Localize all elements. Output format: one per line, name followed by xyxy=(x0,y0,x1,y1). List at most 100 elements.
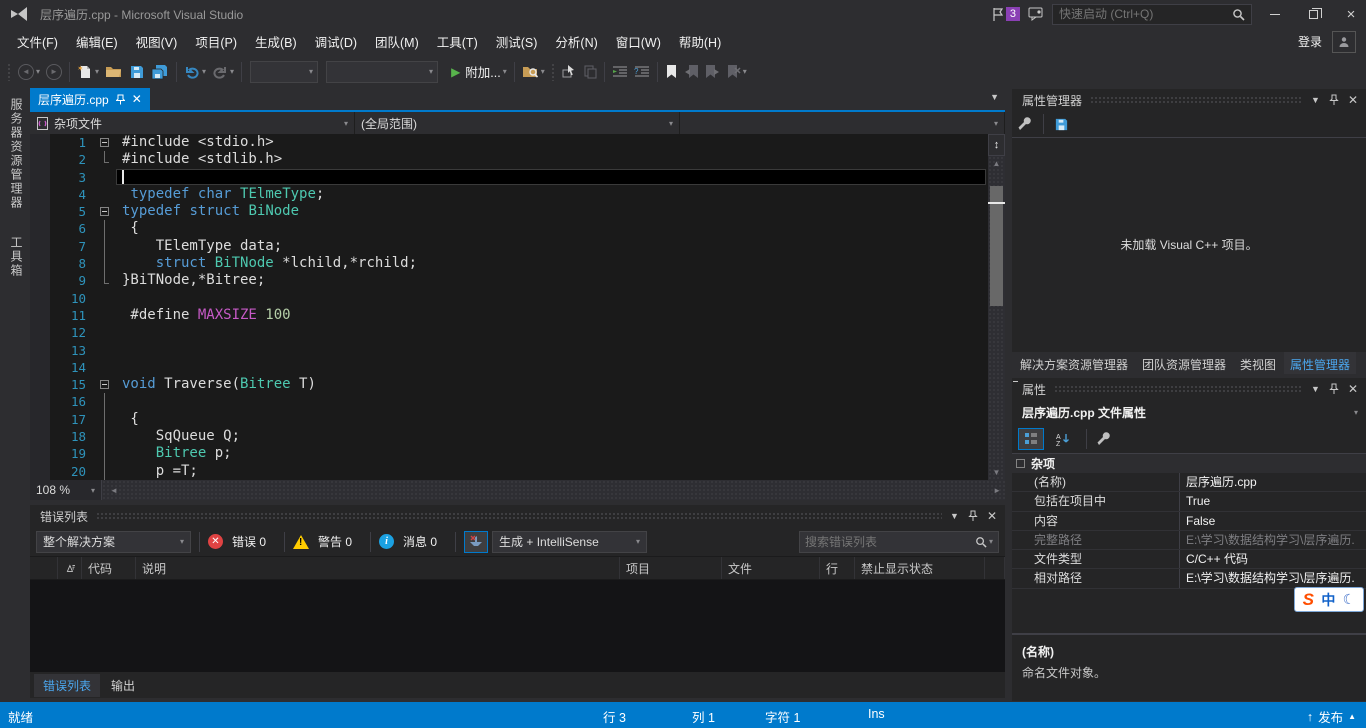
dock-tab-3[interactable]: 类视图 xyxy=(1234,352,1282,374)
code-line-16[interactable]: 16 xyxy=(30,393,988,410)
code-line-17[interactable]: 17 { xyxy=(30,411,988,428)
previous-bookmark-button[interactable] xyxy=(681,60,702,84)
code-line-9[interactable]: 9}BiTNode,*Bitree; xyxy=(30,272,988,289)
fold-margin[interactable] xyxy=(96,238,116,255)
decrease-indent-button[interactable] xyxy=(609,60,631,84)
column-header-说明[interactable]: 说明 xyxy=(136,557,620,579)
bottom-tab-2[interactable]: 输出 xyxy=(102,674,144,697)
restore-button[interactable] xyxy=(1298,3,1328,25)
code-line-15[interactable]: 15void Traverse(Bitree T) xyxy=(30,376,988,393)
window-position-dropdown-icon[interactable]: ▼ xyxy=(950,511,959,521)
attach-debugger-button[interactable]: ▶ 附加... ▾ xyxy=(448,60,510,84)
error-list-search-input[interactable] xyxy=(805,535,975,549)
selected-object-dropdown[interactable]: 层序遍历.cpp 文件属性 ▾ xyxy=(1012,400,1366,425)
menu-item-7[interactable]: 团队(M) xyxy=(366,32,428,54)
dock-tab-1[interactable]: 解决方案资源管理器 xyxy=(1014,352,1134,374)
scroll-right-arrow[interactable]: ► xyxy=(993,486,1001,495)
code-line-20[interactable]: 20 p =T; xyxy=(30,463,988,480)
column-header-文件[interactable]: 文件 xyxy=(722,557,820,579)
code-line-13[interactable]: 13 xyxy=(30,342,988,359)
bottom-tab-1[interactable]: 错误列表 xyxy=(34,674,100,697)
moon-mode-icon[interactable]: ☾ xyxy=(1343,591,1356,608)
toolbar-grip[interactable] xyxy=(7,63,12,81)
horizontal-scrollbar[interactable]: 108 % ▾ ◄ ► xyxy=(30,480,1005,500)
feedback-icon[interactable] xyxy=(1028,7,1044,21)
sign-in-link[interactable]: 登录 xyxy=(1298,33,1322,50)
messages-count-button[interactable]: 消息 0 xyxy=(403,533,437,550)
fold-margin[interactable] xyxy=(96,169,116,186)
fold-margin[interactable] xyxy=(96,186,116,203)
scroll-left-arrow[interactable]: ◄ xyxy=(110,486,118,495)
publish-button[interactable]: ↑ 发布 ▲ xyxy=(1307,707,1356,726)
property-row-1[interactable]: (名称)层序遍历.cpp xyxy=(1012,473,1366,492)
filter-toggle-button[interactable] xyxy=(464,531,488,553)
avatar[interactable] xyxy=(1332,31,1356,53)
save-button[interactable] xyxy=(126,60,148,84)
project-type-dropdown[interactable]: 杂项文件 ▾ xyxy=(30,112,355,134)
property-value[interactable]: False xyxy=(1180,512,1366,530)
fold-margin[interactable] xyxy=(96,463,116,480)
fold-collapse-icon[interactable] xyxy=(100,380,109,389)
scroll-up-arrow[interactable]: ▲ xyxy=(988,156,1005,171)
document-tab[interactable]: 层序遍历.cpp ✕ xyxy=(30,88,150,110)
ime-language-widget[interactable]: S 中 ☾ xyxy=(1294,587,1364,612)
window-position-dropdown-icon[interactable]: ▼ xyxy=(1311,95,1320,105)
dock-tab-4[interactable]: 属性管理器 xyxy=(1284,352,1356,374)
code-line-3[interactable]: 3 xyxy=(30,169,988,186)
error-list-search-box[interactable]: ▾ xyxy=(799,531,999,553)
increase-indent-button[interactable]: ? xyxy=(631,60,653,84)
scope-dropdown[interactable]: (全局范围) ▾ xyxy=(355,112,680,134)
code-editor[interactable]: 1#include <stdio.h>2#include <stdlib.h>3… xyxy=(30,134,988,480)
wrench-icon[interactable] xyxy=(1097,432,1112,447)
quick-launch-input[interactable] xyxy=(1059,7,1232,21)
menu-item-10[interactable]: 分析(N) xyxy=(546,32,606,54)
vertical-scrollbar[interactable]: ▲ ▼ xyxy=(988,156,1005,480)
fold-margin[interactable] xyxy=(96,342,116,359)
close-icon[interactable]: ✕ xyxy=(987,509,997,523)
save-icon[interactable] xyxy=(1054,117,1069,132)
notifications-flag-icon[interactable]: 3 xyxy=(991,7,1020,22)
property-row-5[interactable]: 文件类型C/C++ 代码 xyxy=(1012,550,1366,569)
fold-margin[interactable] xyxy=(96,307,116,324)
toolbar-grip[interactable] xyxy=(551,63,556,81)
menu-item-9[interactable]: 测试(S) xyxy=(487,32,547,54)
fold-collapse-icon[interactable] xyxy=(100,138,109,147)
fold-collapse-icon[interactable] xyxy=(100,207,109,216)
wrench-icon[interactable] xyxy=(1018,117,1033,132)
column-header-项目[interactable]: 项目 xyxy=(620,557,722,579)
menu-item-8[interactable]: 工具(T) xyxy=(428,32,487,54)
source-filter-dropdown[interactable]: 生成 + IntelliSense▾ xyxy=(492,531,647,553)
redo-button[interactable]: ▾ xyxy=(209,60,237,84)
find-in-files-button[interactable]: ▾ xyxy=(519,60,548,84)
left-strip-tab-2[interactable]: 工具箱 xyxy=(8,230,25,284)
clear-bookmarks-button[interactable]: ▾ xyxy=(723,60,750,84)
code-line-7[interactable]: 7 TElemType data; xyxy=(30,238,988,255)
menu-item-12[interactable]: 帮助(H) xyxy=(670,32,730,54)
document-list-dropdown[interactable]: ▼ xyxy=(990,92,999,102)
fold-margin[interactable] xyxy=(96,376,116,393)
zoom-level-dropdown[interactable]: 108 % ▾ xyxy=(30,480,102,500)
code-line-10[interactable]: 10 xyxy=(30,290,988,307)
minimize-button[interactable] xyxy=(1260,3,1290,25)
menu-item-3[interactable]: 视图(V) xyxy=(127,32,187,54)
property-value[interactable]: C/C++ 代码 xyxy=(1180,550,1366,568)
menu-item-2[interactable]: 编辑(E) xyxy=(67,32,127,54)
fold-margin[interactable] xyxy=(96,393,116,410)
fold-margin[interactable] xyxy=(96,220,116,237)
dock-tab-2[interactable]: 团队资源管理器 xyxy=(1136,352,1232,374)
property-row-3[interactable]: 内容False xyxy=(1012,512,1366,531)
property-value[interactable]: E:\学习\数据结构学习\层序遍历. xyxy=(1180,569,1366,587)
fold-margin[interactable] xyxy=(96,255,116,272)
editor-splitter-handle[interactable]: ↕ xyxy=(988,134,1005,156)
code-line-18[interactable]: 18 SqQueue Q; xyxy=(30,428,988,445)
undo-button[interactable]: ▾ xyxy=(181,60,209,84)
new-file-button[interactable]: ✶ ▾ xyxy=(74,60,102,84)
toolbar-combo-1[interactable]: ▾ xyxy=(250,61,318,83)
code-line-2[interactable]: 2#include <stdlib.h> xyxy=(30,151,988,168)
property-row-2[interactable]: 包括在项目中True xyxy=(1012,492,1366,511)
notification-count-badge[interactable]: 3 xyxy=(1006,7,1020,21)
menu-item-11[interactable]: 窗口(W) xyxy=(607,32,670,54)
quick-launch-box[interactable] xyxy=(1052,4,1252,25)
fold-margin[interactable] xyxy=(96,411,116,428)
left-strip-tab-1[interactable]: 服务器资源管理器 xyxy=(8,92,25,216)
